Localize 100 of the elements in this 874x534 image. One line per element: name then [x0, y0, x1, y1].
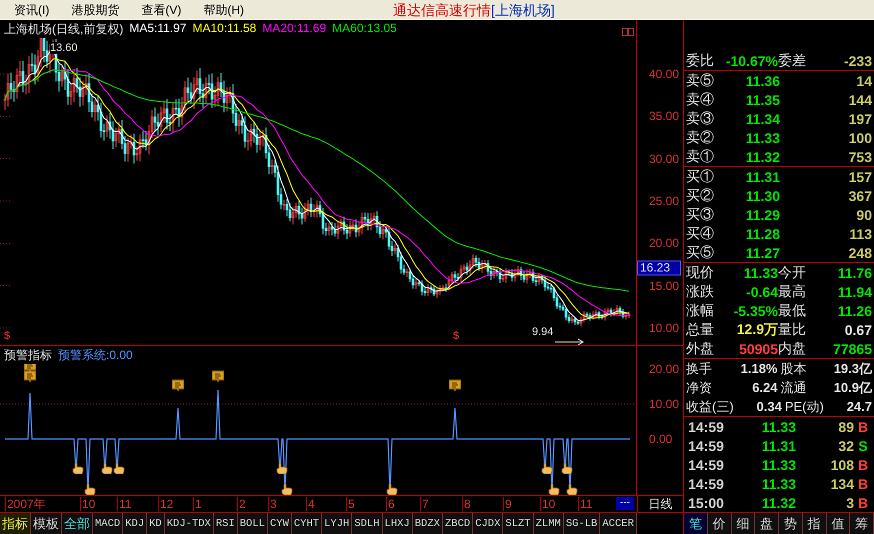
quote-label: 内盘: [778, 340, 807, 358]
order-price: 11.34: [744, 110, 780, 126]
indicator-tab[interactable]: RSI: [214, 513, 238, 534]
order-level-label: 买③: [686, 206, 715, 224]
quote-value: 11.76: [836, 264, 872, 280]
quote-label: 涨幅: [686, 302, 715, 320]
detail-tab[interactable]: 价: [708, 513, 732, 534]
date-axis-label: 10: [80, 497, 96, 511]
menu-item[interactable]: 查看(V): [141, 2, 182, 18]
window-buttons-icon[interactable]: [622, 28, 634, 36]
indicator-tab[interactable]: BDZX: [412, 513, 443, 534]
trade-price: 11.33: [760, 456, 796, 472]
sign-icon: [172, 379, 184, 391]
order-price: 11.31: [744, 168, 780, 184]
menu-item[interactable]: 帮助(H): [203, 2, 244, 18]
indicator-tab[interactable]: CJDX: [473, 513, 504, 534]
quote-label: 量比: [778, 320, 807, 338]
quote-value: 11.26: [836, 302, 872, 318]
menu-item[interactable]: 资讯(I): [14, 2, 50, 18]
quote-label: 委比: [686, 52, 715, 70]
indicator-tab[interactable]: KDJ: [123, 513, 148, 534]
detail-tab[interactable]: 盘: [755, 513, 779, 534]
quote-value: -233: [842, 52, 872, 68]
indicator-tab[interactable]: KD: [147, 513, 165, 534]
indicator-tab[interactable]: MACD: [93, 513, 124, 534]
detail-tab[interactable]: 笔: [684, 513, 708, 534]
quote-label: 换手: [686, 360, 712, 378]
order-price: 11.27: [744, 244, 780, 260]
indicator-tab[interactable]: 模板: [31, 513, 62, 534]
indicator-name: 预警指标: [4, 347, 52, 364]
indicator-tab[interactable]: ZBCD: [442, 513, 474, 534]
order-level-label: 卖③: [686, 110, 715, 128]
detail-tab[interactable]: 筹: [850, 513, 874, 534]
date-axis-label: 12: [158, 497, 174, 511]
period-label[interactable]: 日线: [637, 496, 683, 512]
indicator-tab[interactable]: 全部: [62, 513, 93, 534]
indicator-tab[interactable]: LHXJ: [382, 513, 413, 534]
quote-value: 11.33: [742, 264, 778, 280]
trade-side: B: [856, 456, 870, 472]
quote-value: -5.35%: [732, 302, 778, 318]
detail-tab[interactable]: 指: [802, 513, 826, 534]
quote-value: 11.94: [836, 284, 872, 300]
price-axis-label: 35.00: [649, 109, 680, 124]
hand-icon: [101, 463, 113, 474]
indicator-tab[interactable]: LYJH: [322, 513, 352, 534]
order-volume: 14: [855, 72, 872, 88]
indicator-tab[interactable]: SG-LB: [564, 513, 600, 534]
trade-volume: 3: [845, 494, 854, 510]
quote-label: PE(动): [784, 398, 824, 416]
sign-icon: [24, 370, 36, 382]
order-price: 11.36: [744, 72, 780, 88]
order-price: 11.29: [744, 206, 780, 222]
sign-icon: [212, 370, 224, 382]
trade-side: B: [856, 476, 870, 492]
trade-side: S: [857, 438, 869, 454]
menu-item[interactable]: 港股期货: [71, 2, 120, 18]
date-axis-label: 3: [268, 497, 277, 511]
indicator-value: 预警系统:0.00: [58, 347, 133, 364]
quote-label: 股本: [780, 360, 806, 378]
order-volume: 248: [848, 244, 872, 260]
quote-value: 24.7: [846, 399, 872, 414]
detail-tab[interactable]: 值: [826, 513, 850, 534]
indicator-axis-label: 20.00: [649, 362, 680, 376]
indicator-tab[interactable]: CYW: [268, 513, 292, 534]
indicator-tab[interactable]: SDLH: [352, 513, 383, 534]
price-axis-label: 30.00: [649, 152, 680, 166]
indicator-tab[interactable]: ZLMM: [534, 513, 564, 534]
indicator-tab[interactable]: 指标: [0, 513, 31, 534]
trade-time: 14:59: [687, 438, 725, 454]
order-volume: 197: [848, 110, 872, 126]
date-axis-label: 2: [237, 497, 246, 511]
date-axis-label: 8: [462, 497, 471, 511]
trade-time: 15:00: [687, 494, 725, 510]
order-volume: 753: [848, 148, 872, 164]
price-axis-label: 25.00: [649, 194, 680, 208]
date-axis-label: 10: [540, 497, 556, 511]
detail-tab[interactable]: 细: [732, 513, 756, 534]
trade-side: B: [856, 418, 870, 434]
trade-price: 11.33: [760, 418, 796, 434]
trade-volume: 32: [837, 438, 854, 454]
order-level-label: 买⑤: [686, 244, 715, 262]
trade-volume: 89: [837, 418, 854, 434]
order-volume: 367: [848, 188, 872, 204]
order-level-label: 卖④: [686, 90, 715, 108]
indicator-tab[interactable]: KDJ-TDX: [164, 513, 214, 534]
detail-tab[interactable]: 势: [779, 513, 803, 534]
chart-title: 上海机场(日线,前复权): [4, 21, 124, 38]
indicator-tab[interactable]: SLZT: [503, 513, 534, 534]
hand-icon: [561, 463, 573, 474]
indicator-tab[interactable]: CYHT: [292, 513, 322, 534]
date-axis-label: 4: [306, 497, 315, 511]
scroll-marker[interactable]: ---: [616, 497, 634, 510]
trade-price: 11.31: [760, 438, 796, 454]
quote-label: 收益(三): [686, 398, 734, 416]
indicator-tab[interactable]: BOLL: [238, 513, 268, 534]
order-level-label: 买①: [686, 168, 715, 186]
order-level-label: 卖①: [686, 148, 715, 166]
trade-price: 11.32: [760, 494, 796, 510]
indicator-tab[interactable]: ACCER: [600, 513, 637, 534]
hand-icon: [566, 484, 578, 495]
